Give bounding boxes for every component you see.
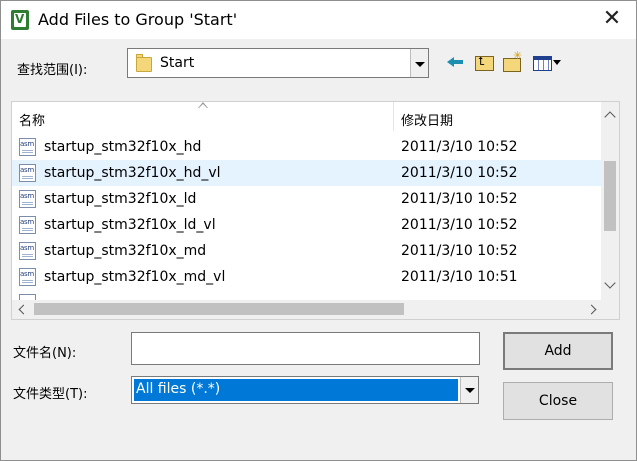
folder-icon	[136, 54, 152, 72]
file-name-input[interactable]	[131, 332, 480, 365]
horizontal-scrollbar[interactable]	[12, 300, 603, 319]
asm-file-icon: asm	[19, 216, 36, 234]
file-type-dropdown[interactable]: All files (*.*)	[131, 376, 479, 404]
asm-file-icon: asm	[19, 138, 36, 156]
add-files-dialog: Add Files to Group 'Start' ✕ 查找范围(I): St…	[0, 0, 637, 461]
file-row-partial[interactable]	[12, 290, 602, 300]
file-row[interactable]: asm startup_stm32f10x_hd 2011/3/10 10:52	[12, 134, 602, 160]
add-button[interactable]: Add	[503, 332, 613, 370]
asm-file-icon: asm	[19, 268, 36, 286]
column-separator[interactable]	[393, 102, 394, 131]
column-name-header[interactable]: 名称	[19, 110, 45, 129]
column-date-header[interactable]: 修改日期	[401, 110, 453, 129]
look-in-value: Start	[160, 55, 195, 71]
file-row[interactable]: asm startup_stm32f10x_md 2011/3/10 10:52	[12, 238, 602, 264]
sort-ascending-icon	[198, 102, 208, 110]
file-date: 2011/3/10 10:51	[401, 269, 518, 285]
file-row[interactable]: asm startup_stm32f10x_ld 2011/3/10 10:52	[12, 186, 602, 212]
file-name: startup_stm32f10x_md_vl	[44, 269, 226, 285]
scrollbar-corner	[601, 300, 619, 319]
file-name: startup_stm32f10x_ld_vl	[44, 217, 216, 233]
scroll-left-icon[interactable]	[12, 300, 32, 319]
file-name: startup_stm32f10x_hd_vl	[44, 165, 221, 181]
column-header: 名称 修改日期	[12, 102, 602, 131]
title-bar: Add Files to Group 'Start' ✕	[1, 1, 636, 39]
file-row[interactable]: asm startup_stm32f10x_hd_vl 2011/3/10 10…	[12, 160, 602, 186]
file-date: 2011/3/10 10:52	[401, 139, 518, 155]
file-row[interactable]: asm startup_stm32f10x_ld_vl 2011/3/10 10…	[12, 212, 602, 238]
chevron-down-icon[interactable]	[410, 49, 428, 77]
file-list[interactable]: 名称 修改日期 asm startup_stm32f10x_hd 2011/3/…	[11, 101, 620, 320]
vertical-scroll-thumb[interactable]	[604, 161, 616, 231]
file-date: 2011/3/10 10:52	[401, 165, 518, 181]
new-folder-icon[interactable]	[501, 49, 523, 72]
file-date: 2011/3/10 10:52	[401, 191, 518, 207]
asm-file-icon: asm	[19, 164, 36, 182]
back-icon[interactable]	[445, 52, 467, 72]
look-in-dropdown[interactable]: Start	[127, 48, 429, 78]
close-button[interactable]: Close	[503, 382, 613, 420]
file-name: startup_stm32f10x_hd	[44, 139, 202, 155]
file-date: 2011/3/10 10:52	[401, 243, 518, 259]
keil-app-icon	[11, 10, 29, 30]
scroll-down-icon[interactable]	[601, 271, 619, 301]
file-name: startup_stm32f10x_ld	[44, 191, 197, 207]
file-name-label: 文件名(N):	[13, 346, 77, 361]
dialog-title: Add Files to Group 'Start'	[38, 10, 238, 29]
file-date: 2011/3/10 10:52	[401, 217, 518, 233]
asm-file-icon: asm	[19, 190, 36, 208]
scroll-right-icon[interactable]	[583, 300, 603, 319]
file-type-label: 文件类型(T):	[13, 387, 88, 402]
up-folder-icon[interactable]	[473, 52, 495, 72]
file-type-value: All files (*.*)	[134, 379, 458, 401]
file-row[interactable]: asm startup_stm32f10x_md_vl 2011/3/10 10…	[12, 264, 602, 290]
vertical-scrollbar[interactable]	[601, 102, 619, 301]
file-rows: asm startup_stm32f10x_hd 2011/3/10 10:52…	[12, 134, 602, 300]
asm-file-icon: asm	[19, 242, 36, 260]
close-icon[interactable]: ✕	[600, 7, 624, 31]
view-menu-icon[interactable]	[531, 52, 567, 72]
chevron-down-icon[interactable]	[460, 377, 478, 403]
file-name: startup_stm32f10x_md	[44, 243, 207, 259]
horizontal-scroll-thumb[interactable]	[34, 303, 404, 315]
scroll-up-icon[interactable]	[601, 102, 619, 132]
look-in-label: 查找范围(I):	[17, 63, 88, 78]
